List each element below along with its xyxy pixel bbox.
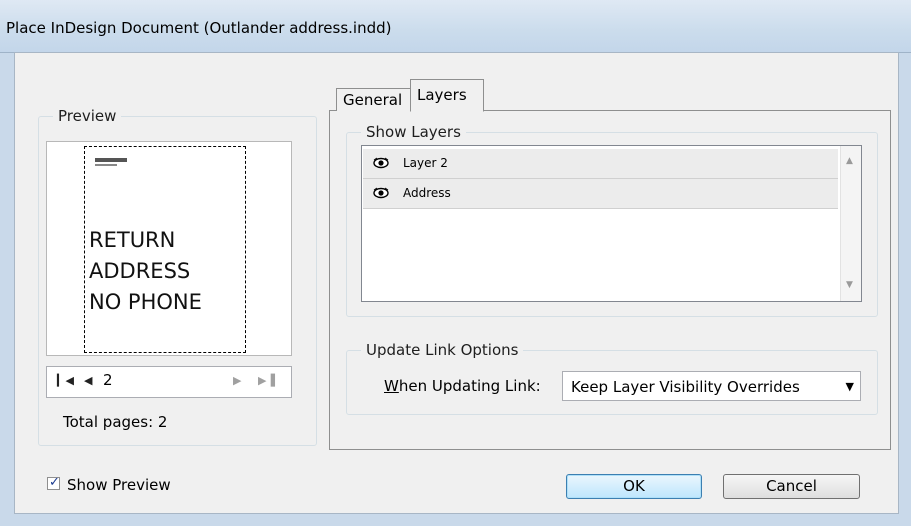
layer-row-address[interactable]: Address [363,179,838,209]
last-page-icon[interactable]: ▶▐ [258,374,275,387]
cancel-button[interactable]: Cancel [723,474,860,499]
layer-name: Address [403,186,451,200]
tab-general[interactable]: General [336,88,411,111]
when-updating-label: When Updating Link: [384,377,541,395]
page-text: RETURN ADDRESS NO PHONE [89,225,202,318]
ok-button[interactable]: OK [566,474,702,499]
layer-row-layer-2[interactable]: Layer 2 [363,149,838,179]
page-line: ADDRESS [89,259,191,283]
title-bar: Place InDesign Document (Outlander addre… [0,0,911,53]
page-line: NO PHONE [89,290,202,314]
update-link-label: Update Link Options [361,341,524,359]
scroll-up-icon[interactable]: ▲ [846,156,853,166]
scroll-down-icon[interactable]: ▼ [846,280,853,290]
when-updating-text: hen Updating Link: [398,377,541,395]
page-thumbnail: RETURN ADDRESS NO PHONE [84,146,246,353]
show-preview-label[interactable]: Show Preview [67,476,171,494]
page-line: RETURN [89,228,176,252]
show-preview-checkbox[interactable]: ✓ [47,475,60,490]
window-title: Place InDesign Document (Outlander addre… [6,19,392,37]
next-page-icon[interactable]: ▶ [233,374,241,387]
show-layers-label: Show Layers [361,123,466,141]
layer-name: Layer 2 [403,156,448,170]
eye-icon[interactable] [373,187,389,199]
eye-icon[interactable] [373,157,389,169]
total-pages: Total pages: 2 [63,413,168,431]
when-updating-select[interactable]: Keep Layer Visibility Overrides ▼ [562,371,861,401]
preview-canvas: RETURN ADDRESS NO PHONE [46,141,292,356]
page-navigator: ▎◀ ◀ ▶ ▶▐ [46,366,292,398]
tab-layers[interactable]: Layers [410,79,484,112]
accelerator-key: W [384,377,399,395]
layers-scrollbar[interactable]: ▲ ▼ [840,146,861,301]
prev-page-icon[interactable]: ◀ [84,374,92,387]
first-page-icon[interactable]: ▎◀ [57,374,74,387]
preview-group-label: Preview [53,107,122,125]
thumbnail-subheader-mark [95,164,117,166]
page-number-input[interactable] [99,369,217,391]
layers-list[interactable]: Layer 2 Address ▲ ▼ [361,145,862,302]
selected-option: Keep Layer Visibility Overrides [571,378,800,396]
thumbnail-header-mark [95,158,127,162]
checkmark-icon: ✓ [49,475,60,490]
chevron-down-icon[interactable]: ▼ [846,380,854,393]
